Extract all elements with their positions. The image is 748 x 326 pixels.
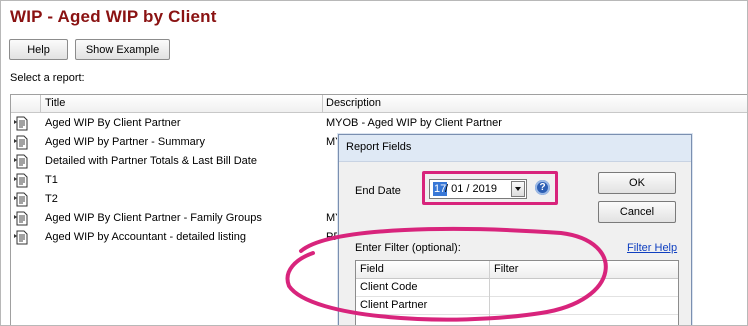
report-list-header: Title Description: [11, 95, 747, 113]
column-header-description[interactable]: Description: [326, 97, 381, 109]
column-divider[interactable]: [322, 95, 323, 112]
filter-row[interactable]: Client Code: [356, 279, 678, 297]
report-title: T2: [45, 193, 58, 205]
report-title: Detailed with Partner Totals & Last Bill…: [45, 155, 257, 167]
report-title: Aged WIP by Partner - Summary: [45, 136, 205, 148]
filter-column-filter[interactable]: Filter: [494, 263, 518, 275]
filter-field-name: Client Code: [360, 281, 418, 293]
filter-help-link[interactable]: Filter Help: [627, 242, 677, 254]
filter-table: Field Filter Client Code Client Partner: [355, 260, 679, 325]
filter-column-field[interactable]: Field: [360, 263, 384, 275]
main-window: WIP - Aged WIP by Client Help Show Examp…: [0, 0, 748, 326]
cancel-button[interactable]: Cancel: [598, 201, 676, 223]
report-fields-dialog: Report Fields End Date 17 / 01 / 2019 ? …: [338, 134, 692, 325]
report-title: Aged WIP By Client Partner - Family Grou…: [45, 212, 262, 224]
column-divider[interactable]: [40, 95, 41, 112]
report-document-icon: [14, 173, 28, 188]
page-title: WIP - Aged WIP by Client: [10, 7, 217, 26]
report-title: Aged WIP by Accountant - detailed listin…: [45, 231, 246, 243]
report-document-icon: [14, 116, 28, 131]
filter-column-divider: [489, 261, 490, 325]
filter-field-name: Client Partner: [360, 299, 428, 311]
dialog-titlebar[interactable]: Report Fields: [339, 135, 691, 162]
show-example-button[interactable]: Show Example: [75, 39, 170, 60]
report-title: T1: [45, 174, 58, 186]
report-document-icon: [14, 154, 28, 169]
dialog-title: Report Fields: [346, 141, 412, 153]
report-document-icon: [14, 230, 28, 245]
report-title: Aged WIP By Client Partner: [45, 117, 181, 129]
filter-table-header: Field Filter: [356, 261, 678, 279]
filter-label: Enter Filter (optional):: [355, 242, 461, 254]
report-description: MYOB - Aged WIP by Client Partner: [326, 117, 502, 129]
highlight-box: [422, 171, 558, 205]
report-document-icon: [14, 135, 28, 150]
report-document-icon: [14, 192, 28, 207]
report-document-icon: [14, 211, 28, 226]
column-header-title[interactable]: Title: [45, 97, 65, 109]
select-report-label: Select a report:: [10, 72, 85, 84]
report-row[interactable]: Aged WIP By Client Partner MYOB - Aged W…: [11, 114, 747, 133]
filter-row[interactable]: Client Partner: [356, 297, 678, 315]
ok-button[interactable]: OK: [598, 172, 676, 194]
end-date-label: End Date: [355, 185, 401, 197]
help-button[interactable]: Help: [9, 39, 68, 60]
